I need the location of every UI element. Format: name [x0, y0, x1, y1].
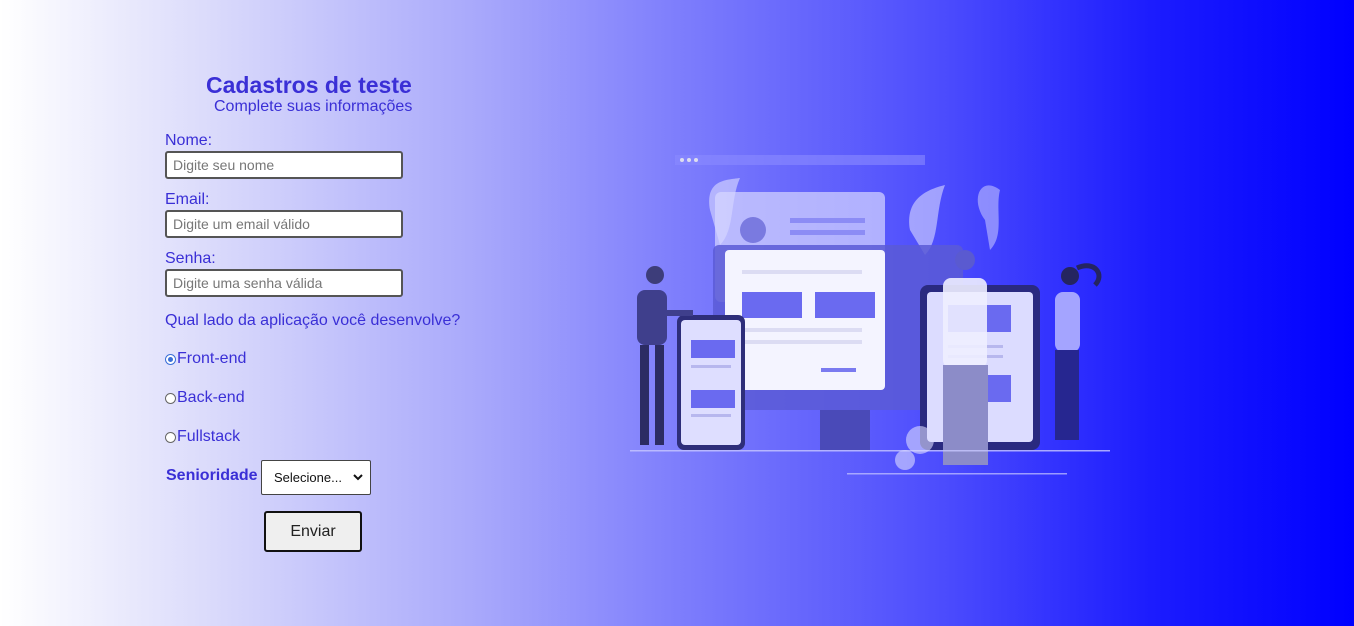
- radio-back-end[interactable]: Back-end: [165, 389, 245, 407]
- chevron-down-icon: [353, 474, 363, 481]
- radio-label: Front-end: [177, 350, 247, 367]
- developers-illustration: [630, 155, 1110, 475]
- email-input[interactable]: [165, 210, 403, 238]
- page-title: Cadastros de teste: [206, 72, 412, 98]
- submit-button[interactable]: Enviar: [264, 511, 362, 552]
- radio-label: Fullstack: [177, 428, 241, 445]
- seniority-select[interactable]: Selecione...: [261, 460, 371, 495]
- seniority-select-value: Selecione...: [274, 470, 342, 485]
- page-subtitle: Complete suas informações: [214, 98, 413, 115]
- password-label: Senha:: [165, 250, 216, 267]
- stack-question: Qual lado da aplicação você desenvolve?: [165, 312, 461, 329]
- radio-label: Back-end: [177, 389, 245, 406]
- radio-fullstack[interactable]: Fullstack: [165, 428, 240, 446]
- name-label: Nome:: [165, 132, 213, 149]
- radio-front-end[interactable]: Front-end: [165, 350, 246, 368]
- email-label: Email:: [165, 191, 210, 208]
- seniority-label: Senioridade: [166, 467, 258, 484]
- radio-button-checked[interactable]: [165, 353, 176, 365]
- password-input[interactable]: [165, 269, 403, 297]
- radio-button[interactable]: [165, 392, 176, 404]
- radio-button[interactable]: [165, 431, 176, 443]
- name-input[interactable]: [165, 151, 403, 179]
